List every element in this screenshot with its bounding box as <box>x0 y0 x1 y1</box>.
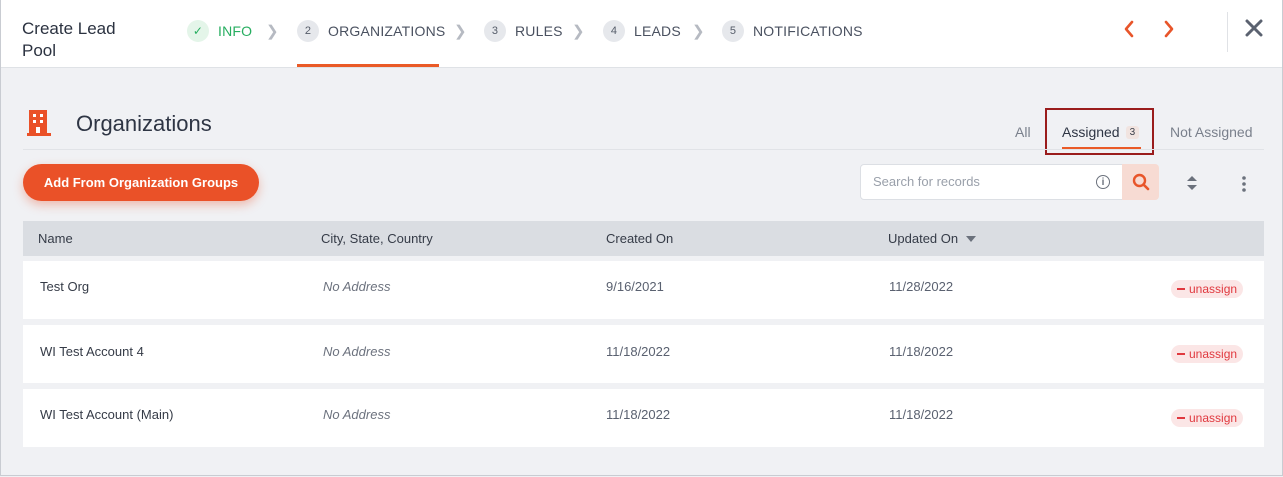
wizard-header: Create Lead Pool ✓ INFO ❯ 2 ORGANIZATION… <box>1 0 1282 68</box>
org-location: No Address <box>323 407 391 422</box>
chevron-right-icon: ❯ <box>266 23 279 40</box>
minus-icon <box>1177 288 1185 290</box>
step-info[interactable]: ✓ INFO <box>187 20 252 42</box>
dialog-title: Create Lead Pool <box>22 19 116 60</box>
created-on: 11/18/2022 <box>606 407 671 422</box>
chevron-left-icon[interactable] <box>1123 19 1135 45</box>
building-icon <box>27 110 51 136</box>
minus-icon <box>1177 417 1185 419</box>
more-options-icon[interactable] <box>1242 176 1246 192</box>
step-number: 4 <box>603 20 625 42</box>
add-from-organization-groups-button[interactable]: Add From Organization Groups <box>23 164 259 201</box>
section-title: Organizations <box>76 111 212 136</box>
tab-not-assigned[interactable]: Not Assigned <box>1170 124 1253 140</box>
sort-icon[interactable] <box>1186 175 1198 191</box>
tab-all[interactable]: All <box>1015 124 1031 140</box>
search-input[interactable] <box>871 173 1095 190</box>
step-label: NOTIFICATIONS <box>753 23 863 39</box>
step-number: 3 <box>484 20 506 42</box>
step-number: 5 <box>722 20 744 42</box>
chevron-right-icon: ❯ <box>572 23 585 40</box>
column-updated-on[interactable]: Updated On <box>888 231 958 246</box>
table-row[interactable]: WI Test Account 4 No Address 11/18/2022 … <box>23 325 1264 383</box>
search-button[interactable] <box>1122 164 1159 200</box>
step-label: RULES <box>515 23 563 39</box>
unassign-label: unassign <box>1189 411 1238 425</box>
divider <box>23 149 1264 150</box>
updated-on: 11/28/2022 <box>889 279 954 294</box>
unassign-button[interactable]: unassign <box>1171 280 1244 298</box>
minus-icon <box>1177 353 1185 355</box>
chevron-right-icon[interactable] <box>1163 19 1175 45</box>
column-location[interactable]: City, State, Country <box>321 231 433 246</box>
step-label: LEADS <box>634 23 681 39</box>
lead-pool-dialog: Create Lead Pool ✓ INFO ❯ 2 ORGANIZATION… <box>0 0 1283 476</box>
chevron-right-icon: ❯ <box>454 23 467 40</box>
sort-desc-icon <box>966 236 976 242</box>
org-name: WI Test Account 4 <box>40 344 144 359</box>
close-icon[interactable] <box>1245 17 1263 43</box>
step-label: ORGANIZATIONS <box>328 23 446 39</box>
table-row[interactable]: WI Test Account (Main) No Address 11/18/… <box>23 389 1264 447</box>
chevron-right-icon: ❯ <box>692 23 705 40</box>
column-created-on[interactable]: Created On <box>606 231 673 246</box>
table-row[interactable]: Test Org No Address 9/16/2021 11/28/2022… <box>23 261 1264 319</box>
check-icon: ✓ <box>187 20 209 42</box>
highlight-box <box>1045 108 1154 155</box>
org-name: WI Test Account (Main) <box>40 407 174 422</box>
step-leads[interactable]: 4 LEADS <box>603 20 681 42</box>
unassign-button[interactable]: unassign <box>1171 345 1244 363</box>
step-organizations[interactable]: 2 ORGANIZATIONS <box>297 20 445 42</box>
active-step-indicator <box>297 64 439 67</box>
step-label: INFO <box>218 23 253 39</box>
search-icon <box>1132 173 1149 191</box>
step-notifications[interactable]: 5 NOTIFICATIONS <box>722 20 863 42</box>
search-box: i <box>860 164 1159 200</box>
header-divider <box>1227 12 1228 52</box>
org-location: No Address <box>323 344 391 359</box>
updated-on: 11/18/2022 <box>889 407 954 422</box>
unassign-label: unassign <box>1189 347 1238 361</box>
unassign-button[interactable]: unassign <box>1171 409 1244 427</box>
org-location: No Address <box>323 279 391 294</box>
org-name: Test Org <box>40 279 90 294</box>
info-icon[interactable]: i <box>1096 175 1110 189</box>
created-on: 9/16/2021 <box>606 279 664 294</box>
unassign-label: unassign <box>1189 282 1238 296</box>
updated-on: 11/18/2022 <box>889 344 954 359</box>
created-on: 11/18/2022 <box>606 344 671 359</box>
column-name[interactable]: Name <box>38 231 73 246</box>
step-number: 2 <box>297 20 319 42</box>
step-rules[interactable]: 3 RULES <box>484 20 563 42</box>
table-header: Name City, State, Country Created On Upd… <box>23 221 1264 256</box>
